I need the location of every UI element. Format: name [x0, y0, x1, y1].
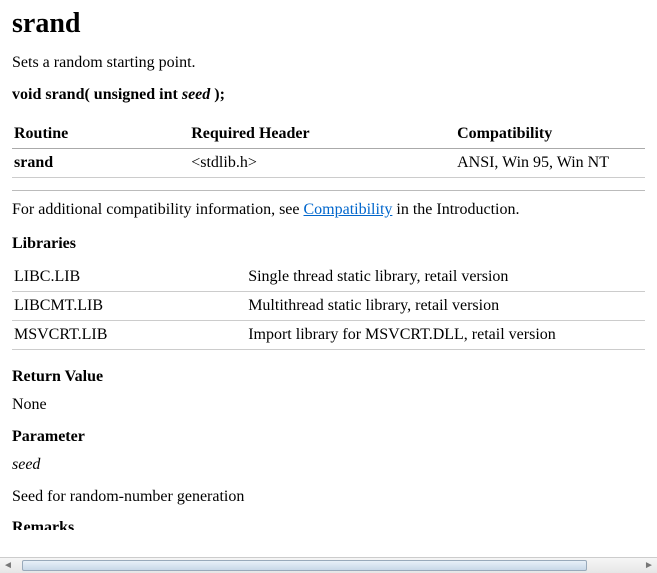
compat-note-after: in the Introduction.: [392, 201, 519, 218]
table-header: Routine: [12, 120, 189, 149]
routine-cell: srand: [12, 149, 189, 178]
table-row: srand <stdlib.h> ANSI, Win 95, Win NT: [12, 149, 645, 178]
parameter-desc: Seed for random-number generation: [12, 488, 645, 506]
scroll-left-arrow-icon[interactable]: ◄: [0, 559, 16, 572]
lib-desc-cell: Single thread static library, retail ver…: [246, 263, 645, 292]
compatibility-table: Routine Required Header Compatibility sr…: [12, 120, 645, 178]
return-value-text: None: [12, 396, 645, 414]
lib-desc-cell: Import library for MSVCRT.DLL, retail ve…: [246, 321, 645, 350]
scroll-right-arrow-icon[interactable]: ►: [641, 559, 657, 572]
libraries-table: LIBC.LIB Single thread static library, r…: [12, 263, 645, 350]
compat-note: For additional compatibility information…: [12, 201, 645, 219]
table-row: LIBC.LIB Single thread static library, r…: [12, 263, 645, 292]
function-signature: void srand( unsigned int seed );: [12, 86, 645, 104]
lib-name-cell: LIBCMT.LIB: [12, 292, 246, 321]
scrollbar-thumb[interactable]: [22, 560, 587, 571]
parameter-heading: Parameter: [12, 428, 645, 446]
signature-prefix: void srand( unsigned int: [12, 86, 182, 103]
compatibility-link[interactable]: Compatibility: [304, 201, 393, 218]
scrollbar-track[interactable]: [16, 559, 641, 572]
lib-desc-cell: Multithread static library, retail versi…: [246, 292, 645, 321]
signature-suffix: );: [210, 86, 225, 103]
section-divider: [12, 190, 645, 191]
parameter-name: seed: [12, 456, 645, 474]
table-row: LIBCMT.LIB Multithread static library, r…: [12, 292, 645, 321]
return-value-heading: Return Value: [12, 368, 645, 386]
compat-note-before: For additional compatibility information…: [12, 201, 304, 218]
libraries-heading: Libraries: [12, 235, 645, 253]
table-header: Required Header: [189, 120, 455, 149]
horizontal-scrollbar[interactable]: ◄ ►: [0, 557, 657, 573]
compat-cell: ANSI, Win 95, Win NT: [455, 149, 645, 178]
summary-text: Sets a random starting point.: [12, 54, 645, 72]
lib-name-cell: MSVCRT.LIB: [12, 321, 246, 350]
table-row: MSVCRT.LIB Import library for MSVCRT.DLL…: [12, 321, 645, 350]
signature-param: seed: [182, 86, 210, 103]
header-cell: <stdlib.h>: [189, 149, 455, 178]
page-title: srand: [12, 8, 645, 40]
remarks-heading: Remarks: [12, 520, 645, 530]
lib-name-cell: LIBC.LIB: [12, 263, 246, 292]
table-header: Compatibility: [455, 120, 645, 149]
